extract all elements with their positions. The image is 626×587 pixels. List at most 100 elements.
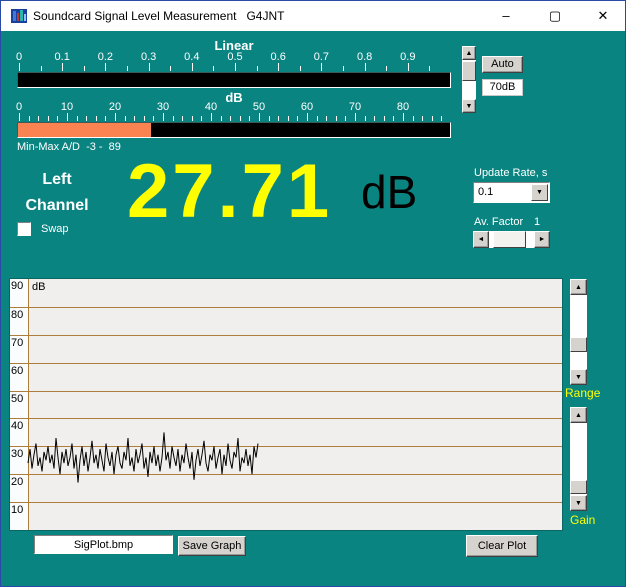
minor-tick xyxy=(432,116,433,121)
plot-gridline xyxy=(10,363,562,364)
channel-label: Left Channel xyxy=(7,167,107,219)
scroll-down-icon[interactable]: ▼ xyxy=(570,369,587,385)
scale-tick-label: 0.9 xyxy=(400,51,415,63)
channel-line2: Channel xyxy=(7,193,107,219)
scale-tick-label: 0 xyxy=(16,51,22,63)
scroll-down-icon[interactable]: ▼ xyxy=(462,99,476,113)
chevron-down-icon[interactable]: ▼ xyxy=(531,184,548,201)
scrollbar-thumb[interactable] xyxy=(570,337,587,352)
scale-tick-label: 70 xyxy=(349,101,361,113)
major-tick xyxy=(19,113,20,121)
minor-tick xyxy=(29,116,30,121)
minor-tick xyxy=(300,66,301,71)
minor-tick xyxy=(429,66,430,71)
signal-trace xyxy=(10,279,562,530)
av-factor-scrollbar[interactable]: ◄ ► xyxy=(473,231,550,248)
minor-tick xyxy=(297,116,298,121)
major-tick xyxy=(408,63,409,71)
scale-tick-label: 0.8 xyxy=(357,51,372,63)
minor-tick xyxy=(77,116,78,121)
y-axis-tick-label: 10 xyxy=(11,504,23,516)
level-value: 27.71 xyxy=(127,154,332,230)
major-tick xyxy=(62,63,63,71)
filename-input[interactable] xyxy=(34,535,173,554)
auto-button[interactable]: Auto xyxy=(482,56,523,73)
scale-tick-label: 60 xyxy=(301,101,313,113)
y-axis-tick-label: 70 xyxy=(11,337,23,349)
av-factor-label: Av. Factor xyxy=(474,216,523,228)
y-axis-tick-label: 50 xyxy=(11,393,23,405)
minor-tick xyxy=(125,116,126,121)
scale-tick-label: 10 xyxy=(61,101,73,113)
scroll-left-icon[interactable]: ◄ xyxy=(473,231,489,248)
scale-tick-label: 0.1 xyxy=(55,51,70,63)
minor-tick xyxy=(127,66,128,71)
close-button[interactable]: ✕ xyxy=(592,5,614,27)
major-tick xyxy=(278,63,279,71)
y-axis-tick-label: 60 xyxy=(11,365,23,377)
clear-plot-button[interactable]: Clear Plot xyxy=(466,535,538,557)
scale-tick-label: 0.7 xyxy=(314,51,329,63)
meter-scale-scrollbar[interactable]: ▲ ▼ xyxy=(462,46,476,113)
save-graph-button[interactable]: Save Graph xyxy=(178,536,246,556)
minor-tick xyxy=(386,66,387,71)
window-title: Soundcard Signal Level Measurement G4JNT xyxy=(33,9,284,23)
scrollbar-thumb[interactable] xyxy=(570,480,587,494)
major-tick xyxy=(149,63,150,71)
range-scrollbar[interactable]: ▲ ▼ xyxy=(570,279,587,385)
plot-gridline xyxy=(10,418,562,419)
minor-tick xyxy=(249,116,250,121)
major-tick xyxy=(259,113,260,121)
plot-gridline xyxy=(10,307,562,308)
plot-gridline xyxy=(10,474,562,475)
app-window: Soundcard Signal Level Measurement G4JNT… xyxy=(0,0,626,587)
major-tick xyxy=(211,113,212,121)
minor-tick xyxy=(336,116,337,121)
major-tick xyxy=(67,113,68,121)
scale-tick-label: 0.6 xyxy=(271,51,286,63)
minor-tick xyxy=(384,116,385,121)
scroll-right-icon[interactable]: ► xyxy=(534,231,550,248)
minor-tick xyxy=(105,116,106,121)
gain-label: Gain xyxy=(570,513,595,527)
scroll-up-icon[interactable]: ▲ xyxy=(570,407,587,423)
update-rate-dropdown[interactable]: 0.1 ▼ xyxy=(473,182,550,203)
minor-tick xyxy=(441,116,442,121)
minor-tick xyxy=(326,116,327,121)
scale-range-label[interactable]: 70dB xyxy=(482,79,523,96)
gain-scrollbar[interactable]: ▲ ▼ xyxy=(570,407,587,511)
minor-tick xyxy=(170,66,171,71)
linear-meter-bar xyxy=(17,72,451,88)
minor-tick xyxy=(201,116,202,121)
range-label: Range xyxy=(565,386,600,400)
swap-checkbox-label: Swap xyxy=(41,223,69,235)
minor-tick xyxy=(365,116,366,121)
minor-tick xyxy=(173,116,174,121)
minimize-button[interactable]: – xyxy=(495,5,517,27)
minor-tick xyxy=(413,116,414,121)
maximize-button[interactable]: ▢ xyxy=(544,5,566,27)
scale-tick-label: 0.4 xyxy=(184,51,199,63)
scale-tick-label: 30 xyxy=(157,101,169,113)
swap-checkbox[interactable] xyxy=(17,222,31,236)
y-axis-tick-label: 20 xyxy=(11,476,23,488)
major-tick xyxy=(19,63,20,71)
major-tick xyxy=(105,63,106,71)
minor-tick xyxy=(221,116,222,121)
minor-tick xyxy=(278,116,279,121)
scroll-up-icon[interactable]: ▲ xyxy=(462,46,476,60)
scrollbar-thumb[interactable] xyxy=(462,61,476,81)
scrollbar-thumb[interactable] xyxy=(493,231,526,248)
scroll-down-icon[interactable]: ▼ xyxy=(570,495,587,511)
scroll-up-icon[interactable]: ▲ xyxy=(570,279,587,295)
signal-plot: 908070605040302010dB xyxy=(9,278,563,531)
db-meter-scale: 01020304050607080 xyxy=(17,101,457,122)
plot-gridline xyxy=(10,446,562,447)
scale-tick-label: 0.5 xyxy=(227,51,242,63)
minor-tick xyxy=(57,116,58,121)
major-tick xyxy=(163,113,164,121)
y-axis-tick-label: 40 xyxy=(11,420,23,432)
minor-tick xyxy=(240,116,241,121)
scale-tick-label: 50 xyxy=(253,101,265,113)
minor-tick xyxy=(213,66,214,71)
